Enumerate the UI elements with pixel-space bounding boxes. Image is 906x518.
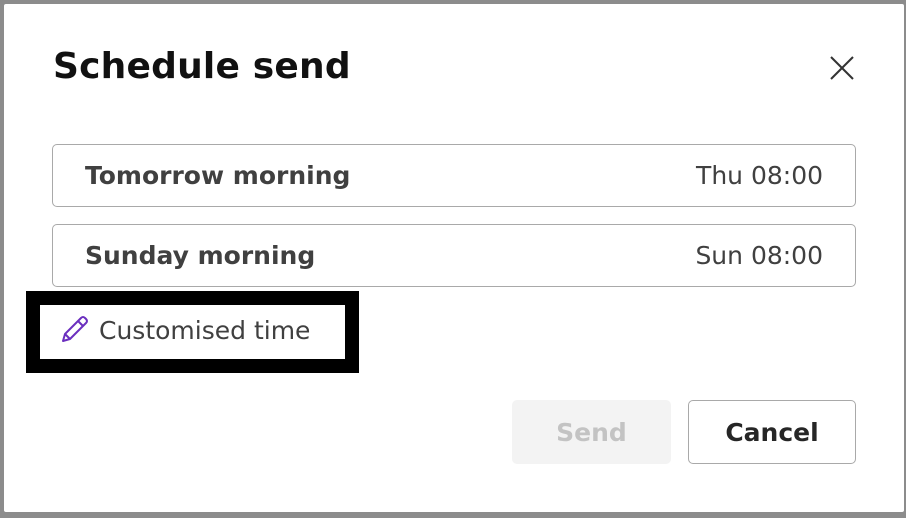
close-icon [830,56,854,80]
cancel-button[interactable]: Cancel [688,400,856,464]
option-label: Sunday morning [85,241,316,270]
option-sunday-morning[interactable]: Sunday morning Sun 08:00 [52,224,856,287]
close-button[interactable] [822,48,862,88]
option-time: Sun 08:00 [695,241,823,270]
pencil-icon [57,313,91,347]
send-button[interactable]: Send [512,400,671,464]
schedule-send-dialog: Schedule send Tomorrow morning Thu 08:00… [4,4,904,512]
option-time: Thu 08:00 [696,161,823,190]
option-tomorrow-morning[interactable]: Tomorrow morning Thu 08:00 [52,144,856,207]
customised-time-label: Customised time [99,315,311,345]
option-label: Tomorrow morning [85,161,351,190]
customised-time-button[interactable]: Customised time [57,310,310,350]
dialog-title: Schedule send [53,46,351,87]
